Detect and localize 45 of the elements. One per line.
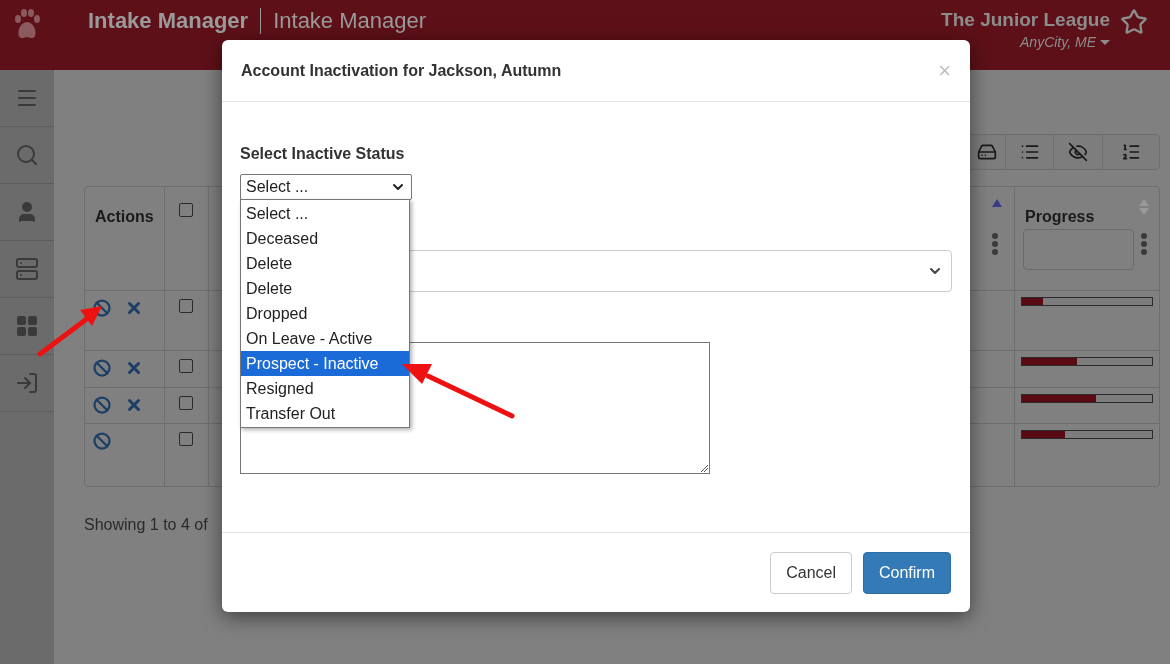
cancel-button[interactable]: Cancel <box>770 551 852 594</box>
confirm-button[interactable]: Confirm <box>863 551 951 594</box>
grid-icon[interactable] <box>15 314 39 338</box>
dropdown-option[interactable]: On Leave - Active <box>241 326 409 351</box>
deactivate-icon[interactable] <box>93 299 111 317</box>
dropdown-option[interactable]: Resigned <box>241 376 409 401</box>
table-info: Showing 1 to 4 of <box>84 516 208 533</box>
delete-icon[interactable] <box>125 396 143 414</box>
dialog-title: Account Inactivation for Jackson, Autumn <box>241 60 562 81</box>
dropdown-option[interactable]: Transfer Out <box>241 401 409 426</box>
search-icon[interactable] <box>15 143 39 167</box>
dropdown-option[interactable]: Prospect - Inactive <box>241 351 409 376</box>
kebab-icon[interactable] <box>1141 233 1147 255</box>
checkbox[interactable] <box>179 396 193 410</box>
dropdown-option[interactable]: Deceased <box>241 226 409 251</box>
delete-icon[interactable] <box>125 299 143 317</box>
checkbox[interactable] <box>179 432 193 446</box>
checkbox[interactable] <box>179 203 193 217</box>
deactivate-icon[interactable] <box>93 432 111 450</box>
field-label: Select Inactive Status <box>240 144 406 164</box>
app-title: Intake Manager <box>88 8 249 34</box>
eye-icon[interactable] <box>1068 142 1088 162</box>
sign-in-icon[interactable] <box>15 371 39 395</box>
location-dropdown[interactable]: AnyCity, ME <box>1020 31 1110 53</box>
column-header[interactable]: Progress <box>1025 208 1095 225</box>
deactivate-icon[interactable] <box>93 396 111 414</box>
column-header[interactable]: Actions <box>95 208 154 225</box>
sort-up-icon[interactable] <box>992 199 1002 207</box>
dropdown-option[interactable]: Delete <box>241 251 409 276</box>
drive-icon[interactable] <box>977 142 997 162</box>
deactivate-icon[interactable] <box>93 359 111 377</box>
resize-handle-icon <box>700 464 708 472</box>
list-icon[interactable] <box>1019 142 1040 162</box>
caret-icon <box>1100 39 1110 45</box>
organization-name: The Junior League <box>941 8 1110 32</box>
server-icon[interactable] <box>15 257 39 281</box>
dropdown-option[interactable]: Dropped <box>241 301 409 326</box>
kebab-icon[interactable] <box>992 233 998 255</box>
checkbox[interactable] <box>179 359 193 373</box>
section-title: Intake Manager <box>260 8 427 34</box>
checkbox[interactable] <box>179 299 193 313</box>
dropdown-option[interactable]: Select ... <box>241 201 409 226</box>
star-icon[interactable] <box>1120 8 1148 36</box>
dropdown-option[interactable]: Delete <box>241 276 409 301</box>
delete-icon[interactable] <box>125 359 143 377</box>
